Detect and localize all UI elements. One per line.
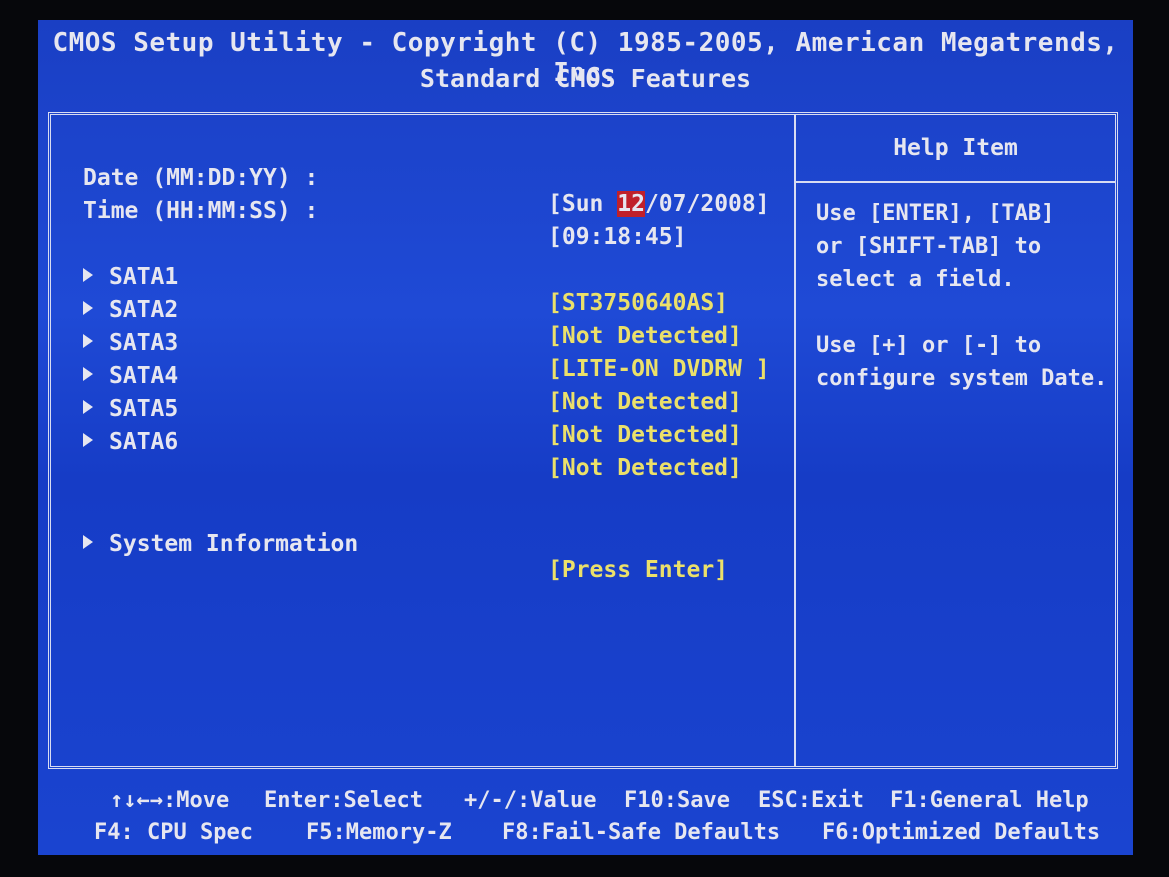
system-information-value: [Press Enter] <box>548 557 729 583</box>
sata-value: [Not Detected] <box>548 422 742 448</box>
help-title: Help Item <box>893 135 1018 161</box>
main-frame: Date (MM:DD:YY) : [Sun 12/07/2008] Time … <box>48 112 1118 769</box>
hint-value: +/-/:Value <box>464 788 597 813</box>
sata-item-2[interactable]: SATA2 [Not Detected] <box>83 271 742 349</box>
time-label: Time (HH:MM:SS) : <box>83 198 319 224</box>
sata-value: [Not Detected] <box>548 323 742 349</box>
hint-move: ↑↓←→:Move <box>110 788 230 813</box>
sata-item-3[interactable]: SATA3 [LITE-ON DVDRW ] <box>83 304 770 382</box>
title-bar: CMOS Setup Utility - Copyright (C) 1985-… <box>38 20 1133 102</box>
hint-memory-z: F5:Memory-Z <box>306 820 452 845</box>
date-suffix: /07/2008] <box>644 191 770 217</box>
time-value[interactable]: [09:18:45] <box>548 224 686 250</box>
sata-value: [ST3750640AS] <box>548 290 729 316</box>
submenu-arrow-icon <box>83 535 93 549</box>
hint-select: Enter:Select <box>264 788 423 813</box>
time-row[interactable]: Time (HH:MM:SS) : [09:18:45] <box>83 172 686 250</box>
help-line: or [SHIFT-TAB] to <box>816 234 1042 259</box>
sata-value: [Not Detected] <box>548 455 742 481</box>
help-line: Use [+] or [-] to <box>816 333 1042 358</box>
sata-item-4[interactable]: SATA4 [Not Detected] <box>83 337 742 415</box>
help-line: configure system Date. <box>816 366 1108 391</box>
help-line: Use [ENTER], [TAB] <box>816 201 1055 226</box>
hint-general-help: F1:General Help <box>890 788 1089 813</box>
bios-screen: CMOS Setup Utility - Copyright (C) 1985-… <box>38 20 1133 855</box>
hint-exit: ESC:Exit <box>758 788 864 813</box>
date-prefix: [Sun <box>548 191 618 217</box>
help-divider <box>794 115 796 766</box>
key-hints-footer: ↑↓←→:Move Enter:Select +/-/:Value F10:Sa… <box>38 780 1133 855</box>
hint-fail-safe-defaults: F8:Fail-Safe Defaults <box>502 820 781 845</box>
date-month-field-selected[interactable]: 12 <box>617 191 645 217</box>
sata-label: SATA6 <box>109 429 179 455</box>
sata-value: [Not Detected] <box>548 389 742 415</box>
help-text: Use [ENTER], [TAB] or [SHIFT-TAB] to sel… <box>816 197 1116 395</box>
help-title-divider <box>796 181 1115 183</box>
help-line: select a field. <box>816 267 1015 292</box>
sata-item-6[interactable]: SATA6 [Not Detected] <box>83 403 742 481</box>
sata-value: [LITE-ON DVDRW ] <box>548 356 770 382</box>
date-row[interactable]: Date (MM:DD:YY) : [Sun 12/07/2008] <box>83 139 770 217</box>
submenu-arrow-icon <box>83 433 93 447</box>
hint-save: F10:Save <box>624 788 730 813</box>
date-value[interactable]: [Sun 12/07/2008] <box>548 191 770 217</box>
hint-cpu-spec: F4: CPU Spec <box>94 820 253 845</box>
system-information-item[interactable]: System Information [Press Enter] <box>83 505 728 583</box>
sata-item-5[interactable]: SATA5 [Not Detected] <box>83 370 742 448</box>
hint-optimized-defaults: F6:Optimized Defaults <box>822 820 1101 845</box>
page-title: Standard CMOS Features <box>419 64 752 93</box>
sata-item-1[interactable]: SATA1 [ST3750640AS] <box>83 238 728 316</box>
system-information-label: System Information <box>109 531 359 557</box>
